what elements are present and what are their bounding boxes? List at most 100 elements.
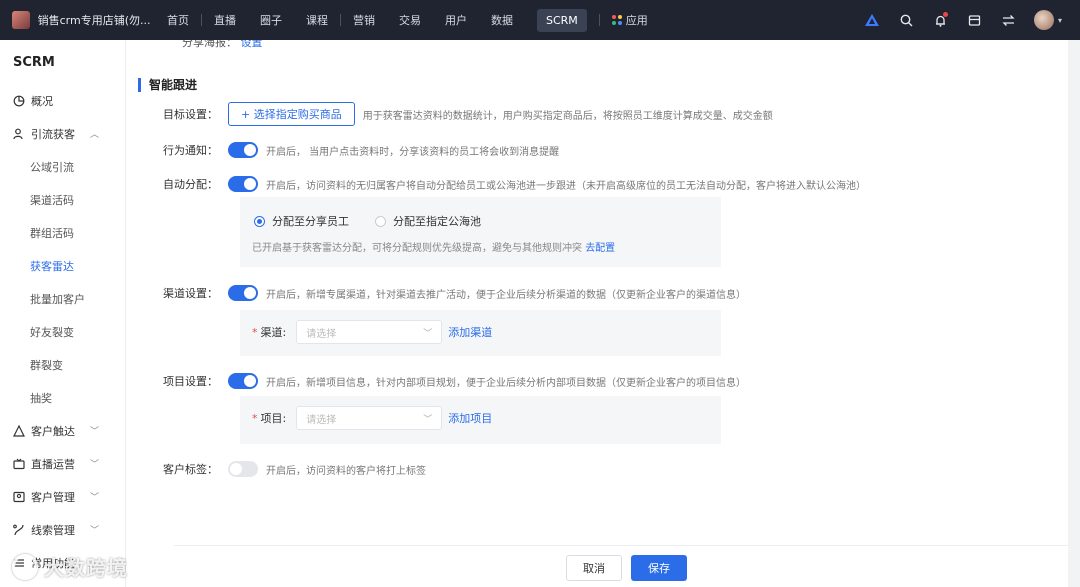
id-card-icon [12,490,25,503]
assign-radio-group: 分配至分享员工 分配至指定公海池 [254,213,481,229]
radio-checked-icon [254,215,265,227]
sidebar-item-overview[interactable]: 概况 [0,84,125,117]
radio-public-pool[interactable]: 分配至指定公海池 [375,213,481,229]
sidebar-group-live-ops[interactable]: 直播运营 ﹀ [0,447,125,480]
project-field-label: 项目: [260,412,287,425]
target-label: 目标设置： [163,108,218,121]
sidebar-group-label: 线索管理 [31,523,75,537]
radio-label: 分配至指定公海池 [393,215,481,228]
store-name: 销售crm专用店铺(勿... [37,14,151,27]
channel-field-label: 渠道: [260,326,287,339]
nav-live[interactable]: 直播 [202,0,248,40]
cancel-button[interactable]: 取消 [566,555,622,581]
channel-setting-row: 渠道设置： 开启后，新增专属渠道，针对渠道去推广活动，便于企业后续分析渠道的数据… [126,285,746,301]
sidebar-group-label: 直播运营 [31,457,75,471]
nav-course[interactable]: 课程 [294,0,340,40]
nav-data[interactable]: 数据 [479,0,525,40]
nav-users[interactable]: 用户 [433,0,479,40]
auto-assign-row: 自动分配： 开启后，访问资料的无归属客户将自动分配给员工或公海池进一步跟进（未开… [126,176,866,192]
watermark-logo [12,554,38,580]
settings-panel: 分享海报： 设置 智能跟进 目标设置： + 选择指定购买商品 用于获客雷达资料的… [126,40,1068,587]
sidebar-group-leads[interactable]: 线索管理 ﹀ [0,513,125,546]
nav-circle[interactable]: 圈子 [248,0,294,40]
nav-scrm[interactable]: SCRM [525,0,599,40]
nav-apps[interactable]: 应用 [600,0,660,40]
auto-assign-toggle[interactable] [228,176,258,192]
channel-toggle[interactable] [228,285,258,301]
required-mark: * [252,411,258,425]
sidebar-group-label: 客户触达 [31,424,75,438]
behavior-notify-toggle[interactable] [228,142,258,158]
user-menu[interactable]: ▾ [1034,10,1066,30]
tags-label: 客户标签： [163,463,218,476]
project-toggle[interactable] [228,373,258,389]
sidebar-group-reach[interactable]: 客户触达 ﹀ [0,414,125,447]
channel-select[interactable]: 请选择 ﹀ [296,320,443,344]
store-switcher[interactable]: 销售crm专用店铺(勿... [0,11,155,29]
switch-arrows-icon[interactable] [1000,12,1016,28]
go-config-link[interactable]: 去配置 [585,243,615,254]
add-project-link[interactable]: 添加项目 [448,410,492,426]
clue-icon [12,523,25,536]
chevron-down-icon: ﹀ [89,427,99,437]
sidebar-item-label: 概况 [31,94,53,108]
chevron-down-icon: ﹀ [423,328,433,339]
sidebar-title: SCRM [13,54,55,70]
customer-tags-toggle[interactable] [228,461,258,477]
add-channel-link[interactable]: 添加渠道 [448,324,492,340]
sidebar-item-friend-fission[interactable]: 好友裂变 [0,315,125,348]
sidebar-group-customer[interactable]: 客户管理 ﹀ [0,480,125,513]
select-product-button[interactable]: + 选择指定购买商品 [228,102,355,126]
nav-trade[interactable]: 交易 [387,0,433,40]
nav-apps-label: 应用 [625,14,648,27]
channel-options: * 渠道: 请选择 ﹀ 添加渠道 [240,310,721,356]
sidebar-item-public-traffic[interactable]: 公域引流 [0,150,125,183]
nav-home[interactable]: 首页 [155,0,201,40]
sidebar-item-group-code[interactable]: 群组活码 [0,216,125,249]
sidebar-group-lead[interactable]: 引流获客 ︿ [0,117,125,150]
project-select[interactable]: 请选择 ﹀ [296,406,443,430]
share-poster-row: 分享海报： 设置 [182,40,263,50]
share-poster-link[interactable]: 设置 [241,40,263,49]
customer-tags-row: 客户标签： 开启后，访问资料的客户将打上标签 [126,461,426,477]
toolbar-right: ▾ [864,0,1066,40]
radio-share-employee[interactable]: 分配至分享员工 [254,213,349,229]
tv-icon [12,457,25,470]
required-mark: * [252,325,258,339]
channel-desc: 开启后，新增专属渠道，针对渠道去推广活动，便于企业后续分析渠道的数据（仅更新企业… [266,289,746,301]
save-button[interactable]: 保存 [631,555,687,581]
sidebar-item-batch-add[interactable]: 批量加客户 [0,282,125,315]
sidebar-item-radar[interactable]: 获客雷达 [0,249,125,282]
main-nav: 首页 直播 圈子 课程 营销 交易 用户 数据 SCRM 应用 [155,0,660,40]
chevron-down-icon: ▾ [1058,15,1063,25]
chevron-up-icon: ︿ [89,130,99,140]
target-setting-row: 目标设置： + 选择指定购买商品 用于获客雷达资料的数据统计，用户购买指定商品后… [126,102,773,126]
auto-assign-desc: 开启后，访问资料的无归属客户将自动分配给员工或公海池进一步跟进（未开启高级席位的… [266,180,866,192]
brand-triangle-icon[interactable] [864,12,880,28]
section-title: 智能跟进 [138,78,197,92]
watermark-text: 大数跨境 [44,556,128,580]
chevron-down-icon: ﹀ [89,493,99,503]
apps-icon [611,15,622,25]
channel-select-placeholder: 请选择 [306,328,337,340]
radio-unchecked-icon [375,215,386,227]
pie-chart-icon [12,94,25,107]
sidebar-item-group-fission[interactable]: 群裂变 [0,348,125,381]
tags-desc: 开启后，访问资料的客户将打上标签 [266,465,426,477]
sidebar-group-label: 引流获客 [31,127,75,141]
search-icon[interactable] [898,12,914,28]
sidebar-item-lottery[interactable]: 抽奖 [0,381,125,414]
reach-icon [12,424,25,437]
sidebar-item-channel-code[interactable]: 渠道活码 [0,183,125,216]
radio-label: 分配至分享员工 [272,215,349,228]
sidebar-group-label: 客户管理 [31,490,75,504]
store-icon[interactable] [966,12,982,28]
project-label: 项目设置： [163,375,218,388]
bell-icon[interactable] [932,12,948,28]
project-setting-row: 项目设置： 开启后，新增项目信息，针对内部项目规划，便于企业后续分析内部项目数据… [126,373,746,389]
project-field: * 项目: 请选择 ﹀ 添加项目 [252,406,492,430]
sidebar: SCRM 概况 引流获客 ︿ 公域引流 渠道活码 群组活码 获客雷达 批量加客户… [0,40,126,587]
assign-tip-text: 已开启基于获客雷达分配，可将分配规则优先级提高，避免与其他规则冲突 [252,243,582,254]
chevron-down-icon: ﹀ [89,526,99,536]
nav-marketing[interactable]: 营销 [341,0,387,40]
